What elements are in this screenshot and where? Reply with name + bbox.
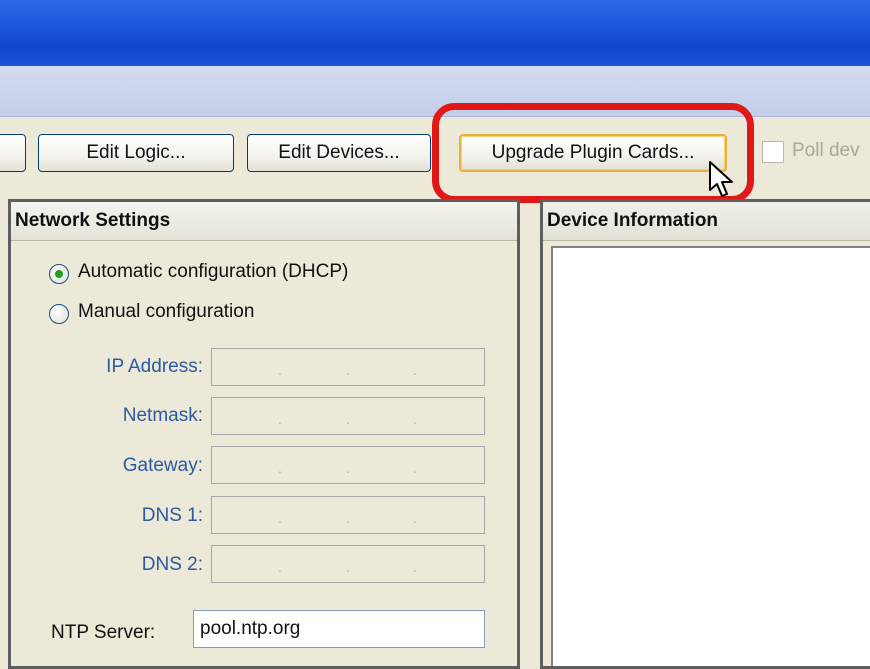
gateway-field: ... [211,446,485,484]
ntp-server-label: NTP Server: [51,622,156,643]
toolbar-button-partial[interactable] [0,134,26,172]
device-information-panel: Device Information [540,199,870,669]
window-titlebar [0,0,870,66]
dhcp-radio[interactable] [49,264,69,284]
poll-devices-label: Poll dev [792,140,860,161]
highlight-annotation [432,103,754,203]
netmask-label: Netmask: [122,405,203,426]
edit-devices-button[interactable]: Edit Devices... [247,134,431,172]
dns1-label: DNS 1: [141,505,203,526]
mouse-cursor-icon [709,161,733,197]
poll-devices-checkbox[interactable] [762,141,784,163]
netmask-field: ... [211,397,485,435]
ip-address-field: ... [211,348,485,386]
dns2-field: ... [211,545,485,583]
network-settings-title: Network Settings [11,202,517,241]
ntp-server-input[interactable]: pool.ntp.org [193,610,485,648]
device-information-content [551,246,870,666]
dhcp-label: Automatic configuration (DHCP) [78,261,349,282]
manual-config-radio[interactable] [49,304,69,324]
dns1-field: ... [211,496,485,534]
dns2-label: DNS 2: [141,554,203,575]
device-information-title: Device Information [543,202,870,241]
gateway-label: Gateway: [122,455,203,476]
manual-config-label: Manual configuration [78,301,255,322]
edit-logic-button[interactable]: Edit Logic... [38,134,234,172]
ip-address-label: IP Address: [106,356,203,377]
